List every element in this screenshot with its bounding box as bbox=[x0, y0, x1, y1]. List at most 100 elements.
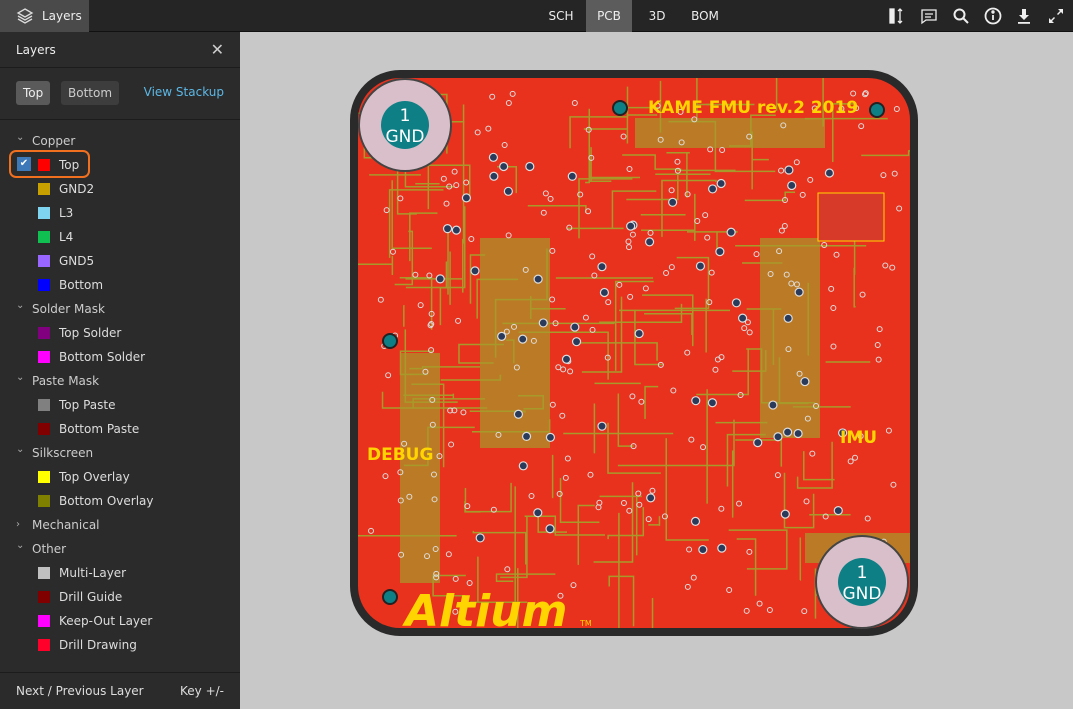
via bbox=[634, 328, 644, 339]
footer-key: Key +/- bbox=[180, 684, 224, 698]
layer-group-silkscreen[interactable]: ⌄ Silkscreen bbox=[0, 441, 240, 465]
via bbox=[646, 493, 656, 503]
via bbox=[599, 287, 610, 298]
layer-color-swatch bbox=[38, 399, 50, 411]
pad-net: GND bbox=[386, 127, 425, 147]
layer-color-swatch bbox=[38, 183, 50, 195]
layer-group-solder-mask[interactable]: ⌄ Solder Mask bbox=[0, 297, 240, 321]
top-toolbar: Layers SCH PCB 3D BOM bbox=[0, 0, 1073, 32]
footer-hint: Next / Previous Layer bbox=[16, 684, 144, 698]
search-icon[interactable] bbox=[951, 6, 971, 26]
tab-sch[interactable]: SCH bbox=[540, 0, 582, 32]
layer-item-multi-layer[interactable]: Multi-Layer bbox=[0, 561, 240, 585]
chevron-down-icon: ⌄ bbox=[16, 300, 25, 311]
layer-visibility-checkbox-top[interactable]: ✔ bbox=[17, 157, 31, 171]
top-side-button[interactable]: Top bbox=[16, 81, 51, 105]
imu-label: IMU bbox=[840, 428, 877, 448]
board-title: KAME FMU rev.2 2019 bbox=[648, 98, 858, 118]
group-label: Mechanical bbox=[32, 518, 100, 532]
layers-icon bbox=[16, 8, 34, 24]
via bbox=[597, 262, 607, 272]
close-icon[interactable]: ✕ bbox=[211, 40, 224, 59]
layer-label: Bottom Overlay bbox=[59, 494, 154, 508]
via bbox=[716, 178, 726, 189]
layer-item-top-overlay[interactable]: Top Overlay bbox=[0, 465, 240, 489]
layer-label: Top Overlay bbox=[59, 470, 130, 484]
layer-item-l4[interactable]: L4 bbox=[0, 225, 240, 249]
layer-label: Top Solder bbox=[59, 326, 122, 340]
layer-item-drill-guide[interactable]: Drill Guide bbox=[0, 585, 240, 609]
layer-item-drill-drawing[interactable]: Drill Drawing bbox=[0, 633, 240, 657]
pcb-canvas[interactable]: 1 GND 1 GND KAME FMU rev.2 2019 DEBUG IM… bbox=[240, 33, 1073, 709]
via bbox=[833, 506, 843, 516]
measure-icon[interactable] bbox=[886, 6, 906, 26]
group-label: Other bbox=[32, 542, 67, 556]
tab-pcb[interactable]: PCB bbox=[586, 0, 632, 32]
via bbox=[644, 237, 655, 247]
group-label: Silkscreen bbox=[32, 446, 94, 460]
download-icon[interactable] bbox=[1014, 6, 1034, 26]
pad-number: 1 bbox=[400, 106, 411, 126]
view-stackup-link[interactable]: View Stackup bbox=[144, 85, 224, 99]
via bbox=[538, 318, 548, 328]
bottom-side-button[interactable]: Bottom bbox=[61, 81, 120, 105]
layer-label: Bottom Solder bbox=[59, 350, 146, 364]
fullscreen-icon[interactable] bbox=[1046, 6, 1066, 26]
via bbox=[707, 398, 718, 408]
via bbox=[533, 274, 543, 284]
layers-panel-toggle[interactable]: Layers bbox=[0, 0, 89, 32]
via bbox=[800, 376, 810, 387]
via bbox=[784, 165, 794, 175]
info-icon[interactable] bbox=[983, 6, 1003, 26]
layer-group-paste-mask[interactable]: ⌄ Paste Mask bbox=[0, 369, 240, 393]
via bbox=[475, 533, 485, 543]
via bbox=[726, 227, 736, 237]
via bbox=[695, 261, 706, 271]
via bbox=[545, 524, 555, 534]
layer-item-top-solder[interactable]: Top Solder bbox=[0, 321, 240, 345]
layer-color-swatch bbox=[38, 423, 50, 435]
layer-item-gnd5[interactable]: GND5 bbox=[0, 249, 240, 273]
layer-group-mechanical[interactable]: › Mechanical bbox=[0, 513, 240, 537]
via bbox=[451, 225, 461, 235]
imu-chip bbox=[817, 192, 885, 242]
via bbox=[626, 221, 636, 231]
via bbox=[518, 461, 528, 471]
via bbox=[780, 509, 790, 519]
layer-item-bottom-paste[interactable]: Bottom Paste bbox=[0, 417, 240, 441]
layers-panel: Layers ✕ Top Bottom View Stackup ⌄ Copper T… bbox=[0, 32, 240, 709]
via bbox=[442, 224, 453, 234]
mounting-hole bbox=[382, 333, 398, 349]
via bbox=[571, 337, 582, 347]
via bbox=[435, 274, 445, 284]
via bbox=[717, 543, 727, 553]
via bbox=[521, 431, 532, 442]
via bbox=[497, 331, 507, 341]
tab-bom[interactable]: BOM bbox=[684, 0, 726, 32]
layer-item-gnd2[interactable]: GND2 bbox=[0, 177, 240, 201]
comment-icon[interactable] bbox=[919, 6, 939, 26]
via bbox=[773, 432, 783, 442]
layer-group-other[interactable]: ⌄ Other bbox=[0, 537, 240, 561]
via bbox=[470, 266, 480, 276]
layer-item-bottom-overlay[interactable]: Bottom Overlay bbox=[0, 489, 240, 513]
via bbox=[489, 171, 499, 181]
gnd-pad-top-left: 1 GND bbox=[358, 78, 452, 172]
layer-label: Drill Drawing bbox=[59, 638, 137, 652]
via bbox=[513, 409, 524, 419]
layer-item-bottom[interactable]: Bottom bbox=[0, 273, 240, 297]
via bbox=[567, 171, 577, 181]
layer-item-l3[interactable]: L3 bbox=[0, 201, 240, 225]
layer-item-top-paste[interactable]: Top Paste bbox=[0, 393, 240, 417]
layer-label: GND2 bbox=[59, 182, 95, 196]
via bbox=[794, 287, 804, 297]
gnd-pad-bottom-right: 1 GND bbox=[815, 535, 909, 629]
layer-color-swatch bbox=[38, 471, 50, 483]
mounting-hole bbox=[382, 589, 398, 605]
layer-label: L4 bbox=[59, 230, 74, 244]
via bbox=[545, 432, 556, 442]
layer-item-bottom-solder[interactable]: Bottom Solder bbox=[0, 345, 240, 369]
tab-3d[interactable]: 3D bbox=[640, 0, 674, 32]
via bbox=[793, 428, 803, 439]
layer-item-keep-out-layer[interactable]: Keep-Out Layer bbox=[0, 609, 240, 633]
